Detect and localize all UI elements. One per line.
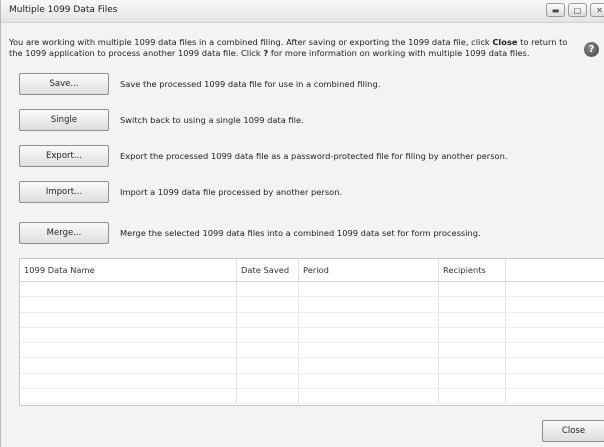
table-row[interactable] bbox=[20, 282, 604, 298]
table-cell bbox=[237, 373, 299, 389]
table-cell bbox=[20, 343, 237, 358]
table-cell bbox=[506, 389, 604, 403]
title-bar: Multiple 1099 Data Files ▬ □ ✕ bbox=[1, 0, 604, 23]
column-header-period[interactable]: Period bbox=[299, 259, 439, 281]
intro-part-3: for more information on working with mul… bbox=[268, 47, 530, 58]
table-row[interactable] bbox=[20, 389, 604, 405]
table-cell bbox=[299, 373, 439, 389]
window-controls: ▬ □ ✕ bbox=[546, 3, 604, 17]
table-row[interactable] bbox=[20, 297, 604, 313]
import-description: Import a 1099 data file processed by ano… bbox=[120, 187, 343, 197]
table-cell bbox=[237, 358, 299, 373]
table-cell bbox=[439, 389, 506, 404]
table-cell bbox=[299, 297, 439, 312]
save-description: Save the processed 1099 data file for us… bbox=[120, 79, 381, 89]
table-row[interactable] bbox=[20, 358, 604, 374]
close-icon: ✕ bbox=[596, 5, 603, 15]
close-button[interactable]: Close bbox=[542, 420, 604, 442]
table-cell bbox=[506, 343, 604, 357]
column-header-data-name[interactable]: 1099 Data Name bbox=[20, 259, 237, 281]
table-row[interactable] bbox=[20, 373, 604, 390]
multiple-1099-dialog: Multiple 1099 Data Files ▬ □ ✕ You are w… bbox=[0, 0, 604, 447]
table-cell bbox=[299, 343, 439, 358]
single-button[interactable]: Single bbox=[19, 109, 109, 131]
table-cell bbox=[20, 282, 237, 297]
table-cell bbox=[20, 297, 237, 312]
export-row: Export... Export the processed 1099 data… bbox=[19, 145, 508, 167]
table-cell bbox=[20, 312, 237, 327]
export-button[interactable]: Export... bbox=[19, 145, 109, 167]
table-cell bbox=[439, 312, 506, 327]
minimize-icon: ▬ bbox=[551, 5, 560, 15]
table-cell bbox=[506, 313, 604, 327]
table-cell bbox=[439, 358, 506, 373]
table-cell bbox=[299, 312, 439, 327]
help-icon[interactable]: ? bbox=[584, 42, 599, 57]
table-cell bbox=[237, 389, 299, 404]
grid-body bbox=[20, 282, 604, 405]
column-header-recipients[interactable]: Recipients bbox=[439, 259, 506, 281]
table-cell bbox=[299, 327, 439, 343]
maximize-button[interactable]: □ bbox=[568, 3, 587, 17]
table-cell bbox=[237, 282, 299, 297]
table-cell bbox=[237, 327, 299, 343]
import-button[interactable]: Import... bbox=[19, 181, 109, 203]
table-cell bbox=[237, 297, 299, 312]
data-files-grid[interactable]: 1099 Data Name Date Saved Period Recipie… bbox=[19, 258, 604, 406]
merge-row: Merge... Merge the selected 1099 data fi… bbox=[19, 222, 481, 244]
table-cell bbox=[506, 297, 604, 311]
table-row[interactable] bbox=[20, 327, 604, 344]
table-cell bbox=[506, 282, 604, 296]
maximize-icon: □ bbox=[573, 5, 582, 15]
table-cell bbox=[439, 282, 506, 297]
table-cell bbox=[20, 389, 237, 404]
save-row: Save... Save the processed 1099 data fil… bbox=[19, 73, 380, 95]
table-row[interactable] bbox=[20, 343, 604, 359]
table-cell bbox=[20, 358, 237, 373]
intro-part-1: You are working with multiple 1099 data … bbox=[9, 37, 493, 47]
table-cell bbox=[506, 358, 604, 372]
single-row: Single Switch back to using a single 109… bbox=[19, 109, 304, 131]
import-row: Import... Import a 1099 data file proces… bbox=[19, 181, 342, 203]
close-window-button[interactable]: ✕ bbox=[590, 3, 604, 17]
table-cell bbox=[299, 282, 439, 297]
export-description: Export the processed 1099 data file as a… bbox=[120, 151, 508, 161]
intro-close-keyword: Close bbox=[492, 37, 518, 47]
merge-button[interactable]: Merge... bbox=[19, 222, 109, 244]
column-header-date-saved[interactable]: Date Saved bbox=[237, 259, 299, 281]
table-cell bbox=[439, 343, 506, 358]
table-row[interactable] bbox=[20, 312, 604, 328]
save-button[interactable]: Save... bbox=[19, 73, 109, 95]
table-cell bbox=[439, 297, 506, 312]
table-cell bbox=[20, 327, 237, 343]
table-cell bbox=[439, 373, 506, 389]
merge-description: Merge the selected 1099 data files into … bbox=[120, 228, 481, 238]
single-description: Switch back to using a single 1099 data … bbox=[120, 115, 304, 125]
window-title: Multiple 1099 Data Files bbox=[9, 5, 118, 15]
table-cell bbox=[439, 327, 506, 343]
table-cell bbox=[506, 328, 604, 342]
table-cell bbox=[237, 312, 299, 327]
column-header-filler bbox=[506, 259, 604, 281]
table-cell bbox=[237, 343, 299, 358]
intro-text: You are working with multiple 1099 data … bbox=[9, 37, 569, 58]
table-cell bbox=[299, 358, 439, 373]
table-cell bbox=[20, 373, 237, 389]
minimize-button[interactable]: ▬ bbox=[546, 3, 565, 17]
table-cell bbox=[299, 389, 439, 404]
table-cell bbox=[506, 374, 604, 388]
grid-header: 1099 Data Name Date Saved Period Recipie… bbox=[20, 259, 604, 282]
